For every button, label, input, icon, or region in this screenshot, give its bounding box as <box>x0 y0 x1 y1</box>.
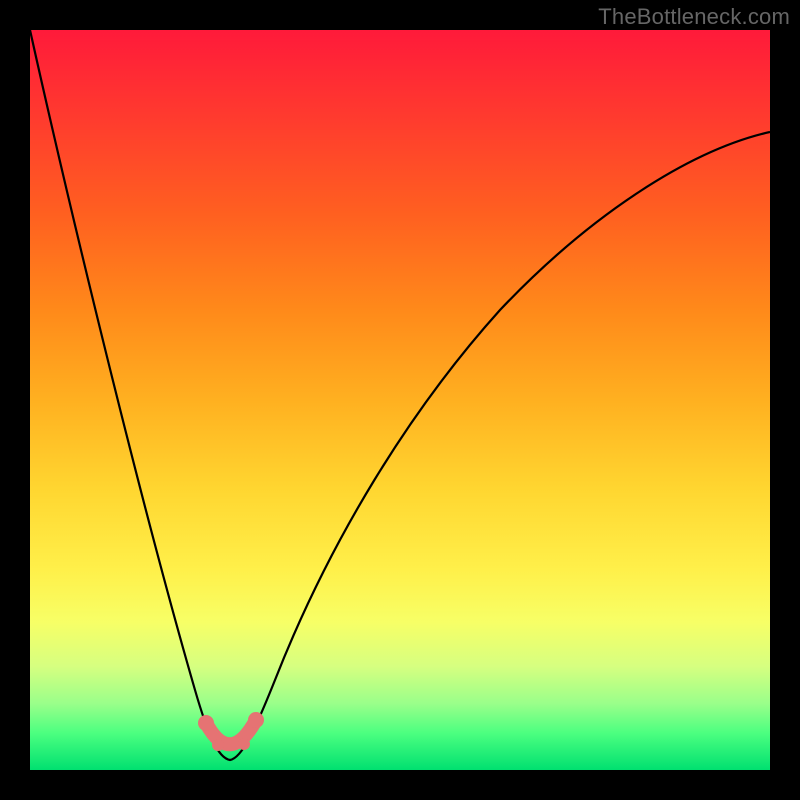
highlight-dot-right <box>248 712 264 728</box>
chart-frame: TheBottleneck.com <box>0 0 800 800</box>
highlight-dot-mid-right <box>238 738 250 750</box>
highlight-dot-mid-left <box>212 739 224 751</box>
watermark-text: TheBottleneck.com <box>598 4 790 30</box>
bottleneck-curve <box>30 30 770 760</box>
plot-area <box>30 30 770 770</box>
highlight-dot-left <box>198 715 214 731</box>
curve-svg <box>30 30 770 770</box>
